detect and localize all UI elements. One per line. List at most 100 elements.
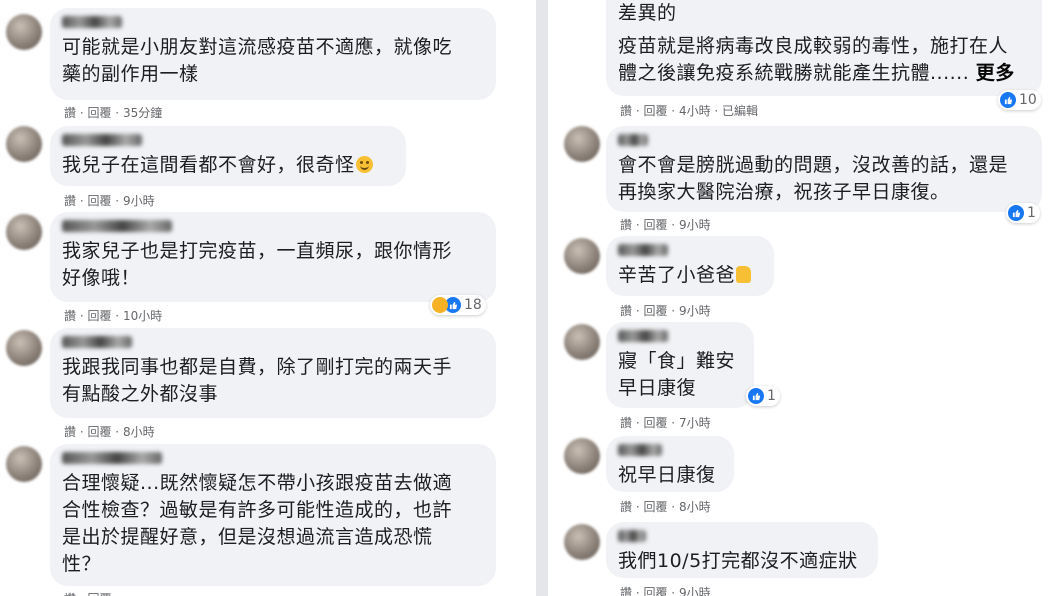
comment-text: 辛苦了小爸爸 xyxy=(618,262,762,289)
comment-time[interactable]: 4小時 xyxy=(679,104,711,118)
comment-time[interactable]: ... xyxy=(123,592,134,596)
like-link[interactable]: 讚 xyxy=(64,106,76,120)
comment-time[interactable]: 8小時 xyxy=(679,500,711,514)
comment-text: 祝早日康復 xyxy=(618,464,716,486)
comment-time[interactable]: 35分鐘 xyxy=(123,106,162,120)
reaction-summary[interactable]: 1 xyxy=(1006,203,1040,223)
blurred-author-name[interactable] xyxy=(618,530,646,542)
blurred-author-name[interactable] xyxy=(618,330,668,342)
comment-meta: 讚 · 回覆 · 9小時 xyxy=(64,194,155,208)
reaction-summary[interactable]: 10 xyxy=(998,90,1041,110)
like-link[interactable]: 讚 xyxy=(620,586,632,596)
comment-time[interactable]: 9小時 xyxy=(679,218,711,232)
comment-time[interactable]: 8小時 xyxy=(123,425,155,439)
blurred-author-name[interactable] xyxy=(62,452,162,464)
reaction-count: 1 xyxy=(767,388,776,404)
avatar[interactable] xyxy=(564,238,600,274)
like-reaction-icon xyxy=(1000,92,1016,108)
blurred-author-name[interactable] xyxy=(62,134,142,146)
comment-meta: 讚 · 回覆 · 35分鐘 xyxy=(64,106,163,120)
comment-meta: 讚 · 回覆 · ... xyxy=(64,590,134,596)
comment-meta: 讚 · 回覆 · 8小時 xyxy=(64,425,155,439)
comment-meta: 讚 · 回覆 · 9小時 xyxy=(620,304,711,318)
reply-link[interactable]: 回覆 xyxy=(643,304,667,318)
reaction-count: 18 xyxy=(464,297,482,313)
avatar[interactable] xyxy=(6,126,42,162)
blurred-author-name[interactable] xyxy=(618,444,662,456)
see-more-link[interactable]: 更多 xyxy=(976,62,1015,84)
reply-link[interactable]: 回覆 xyxy=(87,194,111,208)
comment-time[interactable]: 7小時 xyxy=(679,416,711,430)
avatar[interactable] xyxy=(6,14,42,50)
comment-bubble: 祝早日康復 xyxy=(606,436,734,492)
avatar[interactable] xyxy=(564,438,600,474)
like-link[interactable]: 讚 xyxy=(620,104,632,118)
like-link[interactable]: 讚 xyxy=(64,309,76,323)
like-link[interactable]: 讚 xyxy=(64,592,76,596)
comment-bubble: 我們10/5打完都沒不適症狀 xyxy=(606,522,878,578)
reply-link[interactable]: 回覆 xyxy=(643,104,667,118)
comment-bubble: 我家兒子也是打完疫苗，一直頻尿，跟你情形 好像哦！ xyxy=(50,212,496,302)
comment-bubble: 會不會是膀胱過動的問題，沒改善的話，還是 再換家大醫院治療，祝孩子早日康復。 xyxy=(606,126,1042,212)
blurred-author-name[interactable] xyxy=(62,16,122,28)
reaction-count: 10 xyxy=(1019,92,1037,108)
comment-text: 我們10/5打完都沒不適症狀 xyxy=(618,550,858,572)
reply-link[interactable]: 回覆 xyxy=(87,425,111,439)
blurred-author-name[interactable] xyxy=(62,220,172,232)
comment-time[interactable]: 9小時 xyxy=(123,194,155,208)
comment-bubble: 合理懷疑...既然懷疑怎不帶小孩跟疫苗去做適 合性檢查？過敏是有許多可能性造成的… xyxy=(50,444,496,586)
like-link[interactable]: 讚 xyxy=(620,500,632,514)
reaction-count: 1 xyxy=(1027,205,1036,221)
like-reaction-icon xyxy=(1008,205,1024,221)
comment-text: 合理懷疑...既然懷疑怎不帶小孩跟疫苗去做適 合性檢查？過敏是有許多可能性造成的… xyxy=(62,472,453,575)
comment-meta: 讚 · 回覆 · 8小時 xyxy=(620,500,711,514)
reply-link[interactable]: 回覆 xyxy=(643,500,667,514)
blurred-author-name[interactable] xyxy=(62,336,132,348)
avatar[interactable] xyxy=(564,324,600,360)
right-comment-column: 差異的 疫苗就是將病毒改良成較弱的毒性，施打在人 體之後讓免疫系統戰勝就能產生抗… xyxy=(548,0,1060,596)
reply-link[interactable]: 回覆 xyxy=(643,586,667,596)
comment-time[interactable]: 9小時 xyxy=(679,304,711,318)
comment-text: 可能就是小朋友對這流感疫苗不適應，就像吃 藥的副作用一樣 xyxy=(62,36,453,85)
like-link[interactable]: 讚 xyxy=(64,194,76,208)
avatar[interactable] xyxy=(6,214,42,250)
comment-text: 寢「食」難安 早日康復 xyxy=(618,350,736,399)
left-comment-column: 可能就是小朋友對這流感疫苗不適應，就像吃 藥的副作用一樣 讚 · 回覆 · 35… xyxy=(0,0,536,596)
like-link[interactable]: 讚 xyxy=(620,416,632,430)
reply-link[interactable]: 回覆 xyxy=(643,416,667,430)
wow-reaction-icon xyxy=(432,297,448,313)
edited-label[interactable]: 已編輯 xyxy=(722,104,758,118)
comment-text-top: 差異的 xyxy=(618,2,677,24)
comment-bubble: 我跟我同事也都是自費，除了剛打完的兩天手 有點酸之外都沒事 xyxy=(50,328,496,418)
like-link[interactable]: 讚 xyxy=(64,425,76,439)
comment-text: 疫苗就是將病毒改良成較弱的毒性，施打在人 體之後讓免疫系統戰勝就能產生抗體...… xyxy=(618,35,1015,84)
like-link[interactable]: 讚 xyxy=(620,218,632,232)
comment-meta: 讚 · 回覆 · 7小時 xyxy=(620,416,711,430)
comment-bubble: 差異的 疫苗就是將病毒改良成較弱的毒性，施打在人 體之後讓免疫系統戰勝就能產生抗… xyxy=(606,0,1042,96)
blurred-author-name[interactable] xyxy=(618,244,668,256)
comment-meta: 讚 · 回覆 · 9小時 xyxy=(620,584,711,596)
reply-link[interactable]: 回覆 xyxy=(87,106,111,120)
avatar[interactable] xyxy=(6,446,42,482)
reaction-summary[interactable]: 18 xyxy=(430,295,486,315)
avatar[interactable] xyxy=(564,126,600,162)
reply-link[interactable]: 回覆 xyxy=(643,218,667,232)
reaction-summary[interactable]: 1 xyxy=(746,386,780,406)
comment-text: 我家兒子也是打完疫苗，一直頻尿，跟你情形 好像哦！ xyxy=(62,240,453,289)
smile-emoji-icon xyxy=(355,156,373,173)
comment-text: 我兒子在這間看都不會好，很奇怪 xyxy=(62,152,394,179)
comment-text: 我跟我同事也都是自費，除了剛打完的兩天手 有點酸之外都沒事 xyxy=(62,356,453,405)
like-reaction-icon xyxy=(748,388,764,404)
avatar[interactable] xyxy=(6,330,42,366)
comment-meta: 讚 · 回覆 · 4小時 · 已編輯 xyxy=(620,104,759,118)
avatar[interactable] xyxy=(564,524,600,560)
comment-bubble: 我兒子在這間看都不會好，很奇怪 xyxy=(50,126,406,186)
comment-time[interactable]: 10小時 xyxy=(123,309,162,323)
thumbs-up-emoji-icon xyxy=(736,266,752,283)
like-link[interactable]: 讚 xyxy=(620,304,632,318)
comment-time[interactable]: 9小時 xyxy=(679,586,711,596)
reply-link[interactable]: 回覆 xyxy=(87,592,111,596)
comment-meta: 讚 · 回覆 · 9小時 xyxy=(620,218,711,232)
blurred-author-name[interactable] xyxy=(618,134,648,146)
reply-link[interactable]: 回覆 xyxy=(87,309,111,323)
